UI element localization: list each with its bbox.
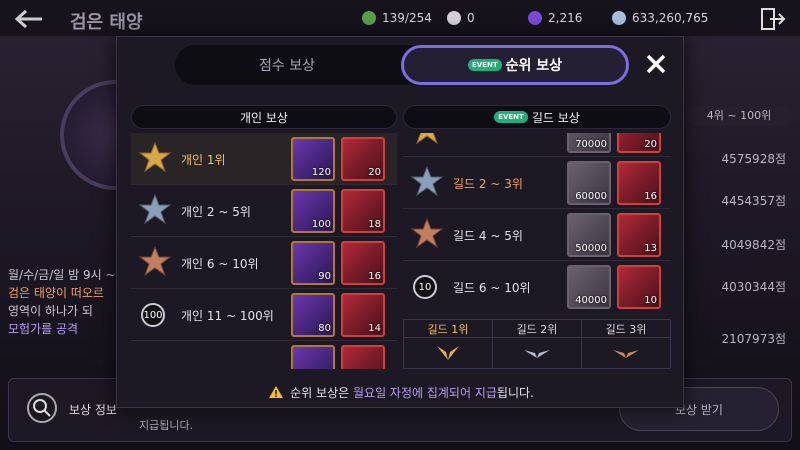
guild-rank-label: 길드 1위 bbox=[404, 320, 492, 338]
bg-score: 4030344점 bbox=[721, 280, 786, 294]
purple-crystal-item-icon[interactable]: 100 bbox=[291, 189, 335, 233]
red-gem-item-icon[interactable]: 20 bbox=[341, 137, 385, 181]
rank-label: 개인 6 ~ 10위 bbox=[181, 257, 259, 271]
resource-crystal: 2,216 bbox=[528, 8, 582, 28]
rank-label: 개인 2 ~ 5위 bbox=[181, 205, 251, 219]
search-icon bbox=[33, 399, 51, 417]
rank-label: 개인 11 ~ 100위 bbox=[181, 309, 274, 323]
guild-rank-label: 길드 2위 bbox=[493, 320, 581, 338]
top-bar: 검은 태양 139/254 0 2,216 633,260,765 bbox=[0, 0, 800, 36]
silver-coin-icon bbox=[612, 11, 626, 25]
rank-label: 개인 1위 bbox=[181, 153, 226, 167]
silver-medal-icon bbox=[138, 193, 172, 225]
guild-reward-list[interactable]: 70000 20 길드 2 ~ 3위 60000 16 길드 4 ~ 5위 50… bbox=[403, 133, 671, 315]
silver-shield-medal-icon bbox=[410, 165, 444, 197]
gold-medal-icon bbox=[138, 141, 172, 173]
bottom-text: 지급됩니다. bbox=[139, 419, 194, 432]
rank-label: 길드 2 ~ 3위 bbox=[453, 177, 523, 191]
guild-rank-column: 길드 3위 bbox=[582, 320, 670, 368]
purple-crystal-item-icon[interactable]: 120 bbox=[291, 137, 335, 181]
list-item: 개인 1위 120 20 bbox=[131, 133, 397, 185]
back-arrow-icon[interactable] bbox=[14, 8, 44, 30]
personal-reward-list[interactable]: 개인 1위 120 20 개인 2 ~ 5위 100 18 개인 6 ~ 10위… bbox=[131, 133, 397, 369]
gold-wing-icon[interactable] bbox=[433, 344, 463, 362]
tab-bar: 점수 보상 EVENT 순위 보상 bbox=[175, 45, 629, 85]
purple-crystal-item-icon[interactable]: 80 bbox=[291, 293, 335, 337]
list-item: 길드 2 ~ 3위 60000 16 bbox=[403, 157, 671, 209]
bg-score: 2107973점 bbox=[721, 332, 786, 346]
event-description-line: 모험가를 공격 bbox=[8, 322, 79, 336]
resource-stamina: 139/254 bbox=[362, 8, 432, 28]
pearl-icon bbox=[447, 11, 461, 25]
list-item: 10 길드 6 ~ 10위 40000 10 bbox=[403, 261, 671, 313]
list-item: 개인 6 ~ 10위 90 16 bbox=[131, 237, 397, 289]
bronze-shield-medal-icon bbox=[410, 217, 444, 249]
red-gem-item-icon[interactable]: 10 bbox=[617, 265, 661, 309]
purple-crystal-item-icon[interactable]: 90 bbox=[291, 241, 335, 285]
coin-item-icon[interactable]: 40000 bbox=[567, 265, 611, 309]
list-item: 70000 20 bbox=[403, 133, 671, 157]
bg-score: 4049842점 bbox=[721, 238, 786, 252]
rank-number-badge: 100 bbox=[141, 303, 165, 327]
reward-info-button[interactable] bbox=[27, 393, 57, 423]
red-gem-item-icon[interactable]: 14 bbox=[341, 293, 385, 337]
coin-item-icon[interactable]: 60000 bbox=[567, 161, 611, 205]
purple-crystal-item-icon[interactable] bbox=[291, 345, 335, 369]
event-badge: EVENT bbox=[467, 59, 502, 71]
bg-score: 4454357점 bbox=[721, 194, 786, 208]
list-item: 개인 2 ~ 5위 100 18 bbox=[131, 185, 397, 237]
gold-medal-icon bbox=[415, 133, 439, 145]
bg-score: 4575928점 bbox=[721, 152, 786, 166]
coin-item-icon[interactable]: 50000 bbox=[567, 213, 611, 257]
red-gem-item-icon[interactable]: 13 bbox=[617, 213, 661, 257]
list-item bbox=[131, 341, 397, 369]
rank-reward-modal: 점수 보상 EVENT 순위 보상 개인 보상 EVENT 길드 보상 개인 1위 … bbox=[116, 36, 684, 408]
guild-rank-column: 길드 2위 bbox=[493, 320, 582, 368]
event-description-line: 검은 태양이 떠오르 bbox=[8, 286, 104, 300]
list-item: 길드 4 ~ 5위 50000 13 bbox=[403, 209, 671, 261]
red-gem-item-icon[interactable] bbox=[341, 345, 385, 369]
guild-rank-label: 길드 3위 bbox=[582, 320, 670, 338]
red-gem-item-icon[interactable]: 20 bbox=[617, 133, 661, 153]
notice-text: 순위 보상은 월요일 자정에 집계되어 지급됩니다. bbox=[290, 385, 534, 400]
bronze-medal-icon bbox=[138, 245, 172, 277]
page-title: 검은 태양 bbox=[70, 12, 143, 33]
guild-reward-header: EVENT 길드 보상 bbox=[403, 105, 671, 129]
red-gem-item-icon[interactable]: 16 bbox=[617, 161, 661, 205]
stamina-icon bbox=[362, 11, 376, 25]
event-description-line: 월/수/금/일 밤 9시 ~ bbox=[8, 268, 116, 282]
tab-score-reward[interactable]: 점수 보상 bbox=[175, 45, 399, 85]
silver-wing-icon[interactable] bbox=[522, 344, 552, 362]
event-badge: EVENT bbox=[494, 111, 528, 123]
crystal-icon bbox=[528, 11, 542, 25]
resource-pearl: 0 bbox=[447, 8, 475, 28]
event-description-line: 영역이 하나가 되 bbox=[8, 304, 93, 318]
guild-rank-column: 길드 1위 bbox=[404, 320, 493, 368]
exit-icon[interactable] bbox=[760, 8, 786, 30]
coin-item-icon[interactable]: 70000 bbox=[567, 133, 611, 153]
notice-bar: 순위 보상은 월요일 자정에 집계되어 지급됩니다. bbox=[117, 375, 685, 409]
rank-label: 길드 6 ~ 10위 bbox=[453, 281, 531, 295]
guild-rank-emblem-table: 길드 1위 길드 2위 길드 3위 bbox=[403, 319, 671, 369]
rank-label: 길드 4 ~ 5위 bbox=[453, 229, 523, 243]
close-icon[interactable] bbox=[645, 53, 667, 75]
personal-reward-header: 개인 보상 bbox=[131, 105, 397, 129]
red-gem-item-icon[interactable]: 16 bbox=[341, 241, 385, 285]
tab-rank-label: 순위 보상 bbox=[505, 58, 563, 74]
red-gem-item-icon[interactable]: 18 bbox=[341, 189, 385, 233]
rank-number-badge: 10 bbox=[413, 275, 437, 299]
resource-silver: 633,260,765 bbox=[612, 8, 708, 28]
list-item: 100 개인 11 ~ 100위 80 14 bbox=[131, 289, 397, 341]
bronze-wing-icon[interactable] bbox=[611, 344, 641, 362]
warning-icon bbox=[269, 386, 284, 398]
tab-rank-reward[interactable]: EVENT 순위 보상 bbox=[401, 45, 629, 85]
bg-rank-header: 4위 ~ 100위 bbox=[686, 106, 792, 126]
reward-info-label: 보상 정보 bbox=[69, 403, 117, 417]
